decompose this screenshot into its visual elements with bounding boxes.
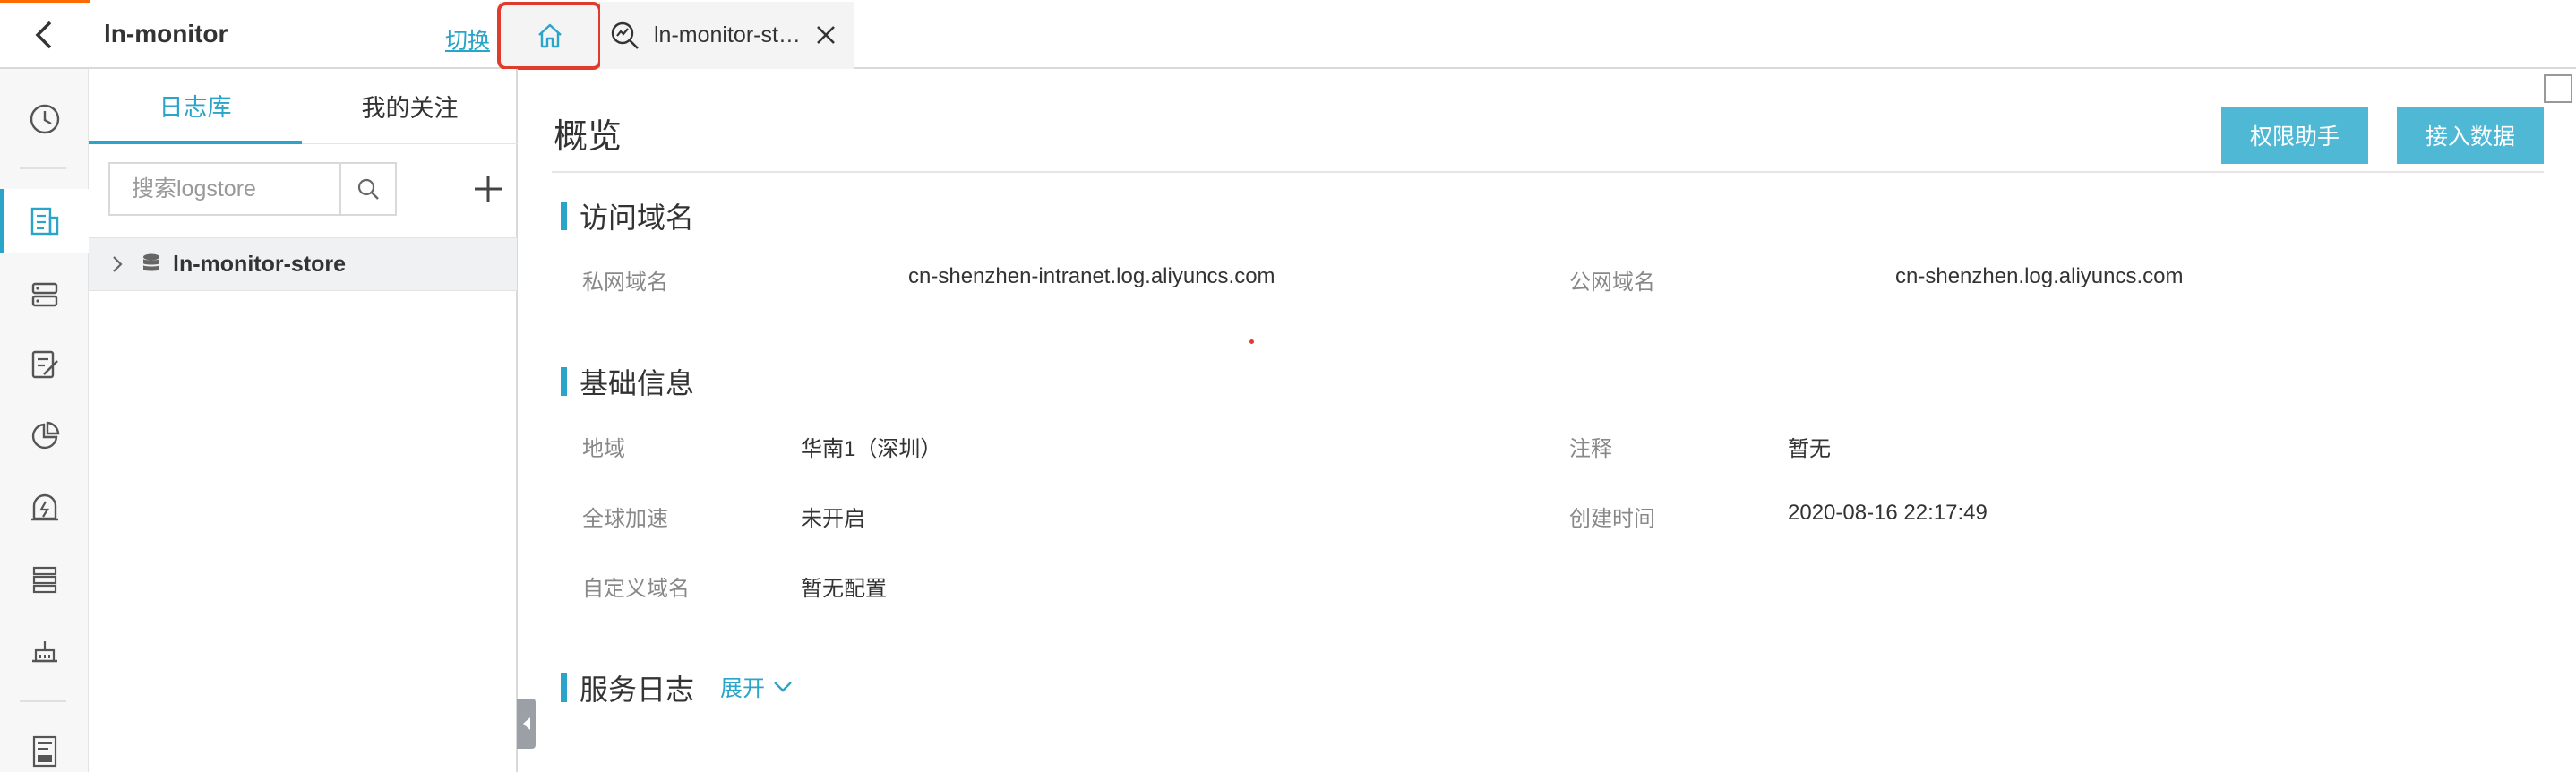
logstore-search-box — [108, 162, 397, 216]
app-root: ln-monitor 切换 ln-monitor-st… 日志库 我的关注 搜索… — [0, 0, 2576, 772]
close-icon[interactable] — [814, 23, 837, 47]
chevron-right-icon[interactable] — [107, 253, 128, 275]
region-value: 华南1（深圳） — [801, 437, 942, 461]
rail-item-sql[interactable] — [0, 719, 89, 772]
rail-divider — [20, 167, 66, 169]
tab-logstores[interactable]: 日志库 — [89, 69, 302, 144]
section-service-log-header: 服务日志 — [561, 667, 694, 708]
plus-icon — [475, 176, 502, 202]
storage-icon — [31, 282, 57, 307]
created-time-value: 2020-08-16 22:17:49 — [1788, 501, 1988, 525]
logstore-search-input[interactable] — [110, 164, 339, 214]
public-domain-label: 公网域名 — [1569, 270, 1655, 295]
tab-home[interactable] — [500, 2, 600, 69]
clock-icon — [30, 104, 59, 134]
overview-main: 概览 权限助手 接入数据 访问域名 私网域名 cn-shenzhen-intra… — [519, 69, 2576, 772]
global-acceleration-label: 全球加速 — [582, 507, 668, 531]
region-label: 地域 — [582, 437, 625, 461]
note-label: 注释 — [1569, 437, 1612, 461]
private-domain-value: cn-shenzhen-intranet.log.aliyuncs.com — [908, 264, 1275, 288]
rail-item-recent[interactable] — [0, 87, 89, 151]
rail-item-dashboard[interactable] — [0, 404, 89, 468]
custom-domain-label: 自定义域名 — [582, 577, 690, 601]
chevron-down-icon — [774, 682, 792, 692]
chevron-left-icon — [35, 21, 52, 49]
note-value: 暂无 — [1788, 437, 1831, 461]
logstore-icon — [30, 207, 58, 236]
dashboard-icon — [31, 421, 59, 450]
cursor-dot — [1249, 339, 1254, 344]
machine-group-icon — [32, 566, 56, 594]
section-marker — [561, 673, 567, 702]
logstore-panel: 日志库 我的关注 搜索logstore ln-monitor-store — [89, 69, 518, 772]
logstore-list-item[interactable]: ln-monitor-store — [89, 237, 517, 291]
rail-item-alert[interactable] — [0, 476, 89, 540]
section-domain-header: 访问域名 — [561, 195, 694, 236]
created-time-label: 创建时间 — [1569, 507, 1655, 531]
search-button[interactable] — [339, 164, 395, 214]
global-acceleration-value: 未开启 — [801, 507, 865, 531]
rail-item-saved-search[interactable] — [0, 332, 89, 397]
rail-item-etl[interactable] — [0, 619, 89, 683]
top-header: ln-monitor 切换 ln-monitor-st… — [0, 0, 2576, 70]
custom-domain-value: 暂无配置 — [801, 577, 887, 601]
section-basic-title: 基础信息 — [580, 367, 695, 399]
tab-logstore[interactable]: ln-monitor-st… — [600, 2, 854, 69]
section-marker — [561, 202, 567, 230]
home-icon — [538, 23, 562, 47]
section-marker — [561, 367, 567, 396]
etl-icon — [31, 641, 57, 663]
icon-rail — [0, 69, 89, 772]
section-domain-title: 访问域名 — [580, 202, 695, 234]
top-accent-line — [0, 0, 90, 3]
rail-item-logstores[interactable] — [0, 189, 89, 253]
corner-checkbox[interactable] — [2544, 74, 2572, 103]
permission-assistant-button[interactable]: 权限助手 — [2221, 107, 2368, 164]
rail-item-machine-group[interactable] — [0, 547, 89, 612]
rail-divider — [20, 700, 66, 702]
search-chart-icon — [609, 20, 641, 52]
project-title: ln-monitor — [104, 20, 228, 47]
ingest-data-button[interactable]: 接入数据 — [2397, 107, 2544, 164]
expand-label: 展开 — [720, 676, 766, 701]
rail-item-storage[interactable] — [0, 262, 89, 327]
tab-logstore-label: ln-monitor-st… — [654, 22, 801, 47]
title-divider — [552, 171, 2544, 173]
tab-my-favorites[interactable]: 我的关注 — [302, 69, 518, 144]
add-logstore-button[interactable] — [465, 166, 511, 212]
sql-icon — [32, 735, 56, 768]
expand-service-log-link[interactable]: 展开 — [720, 671, 794, 703]
search-icon — [357, 178, 379, 200]
switch-project-link[interactable]: 切换 — [445, 23, 490, 56]
alert-icon — [30, 493, 58, 521]
database-icon — [141, 253, 162, 276]
page-title: 概览 — [554, 118, 623, 156]
section-basic-header: 基础信息 — [561, 361, 694, 402]
saved-search-icon — [31, 350, 58, 379]
back-button[interactable] — [18, 13, 70, 57]
public-domain-value: cn-shenzhen.log.aliyuncs.com — [1895, 264, 2184, 288]
private-domain-label: 私网域名 — [582, 270, 668, 295]
logstore-name: ln-monitor-store — [173, 251, 347, 277]
section-service-log-title: 服务日志 — [580, 673, 695, 706]
